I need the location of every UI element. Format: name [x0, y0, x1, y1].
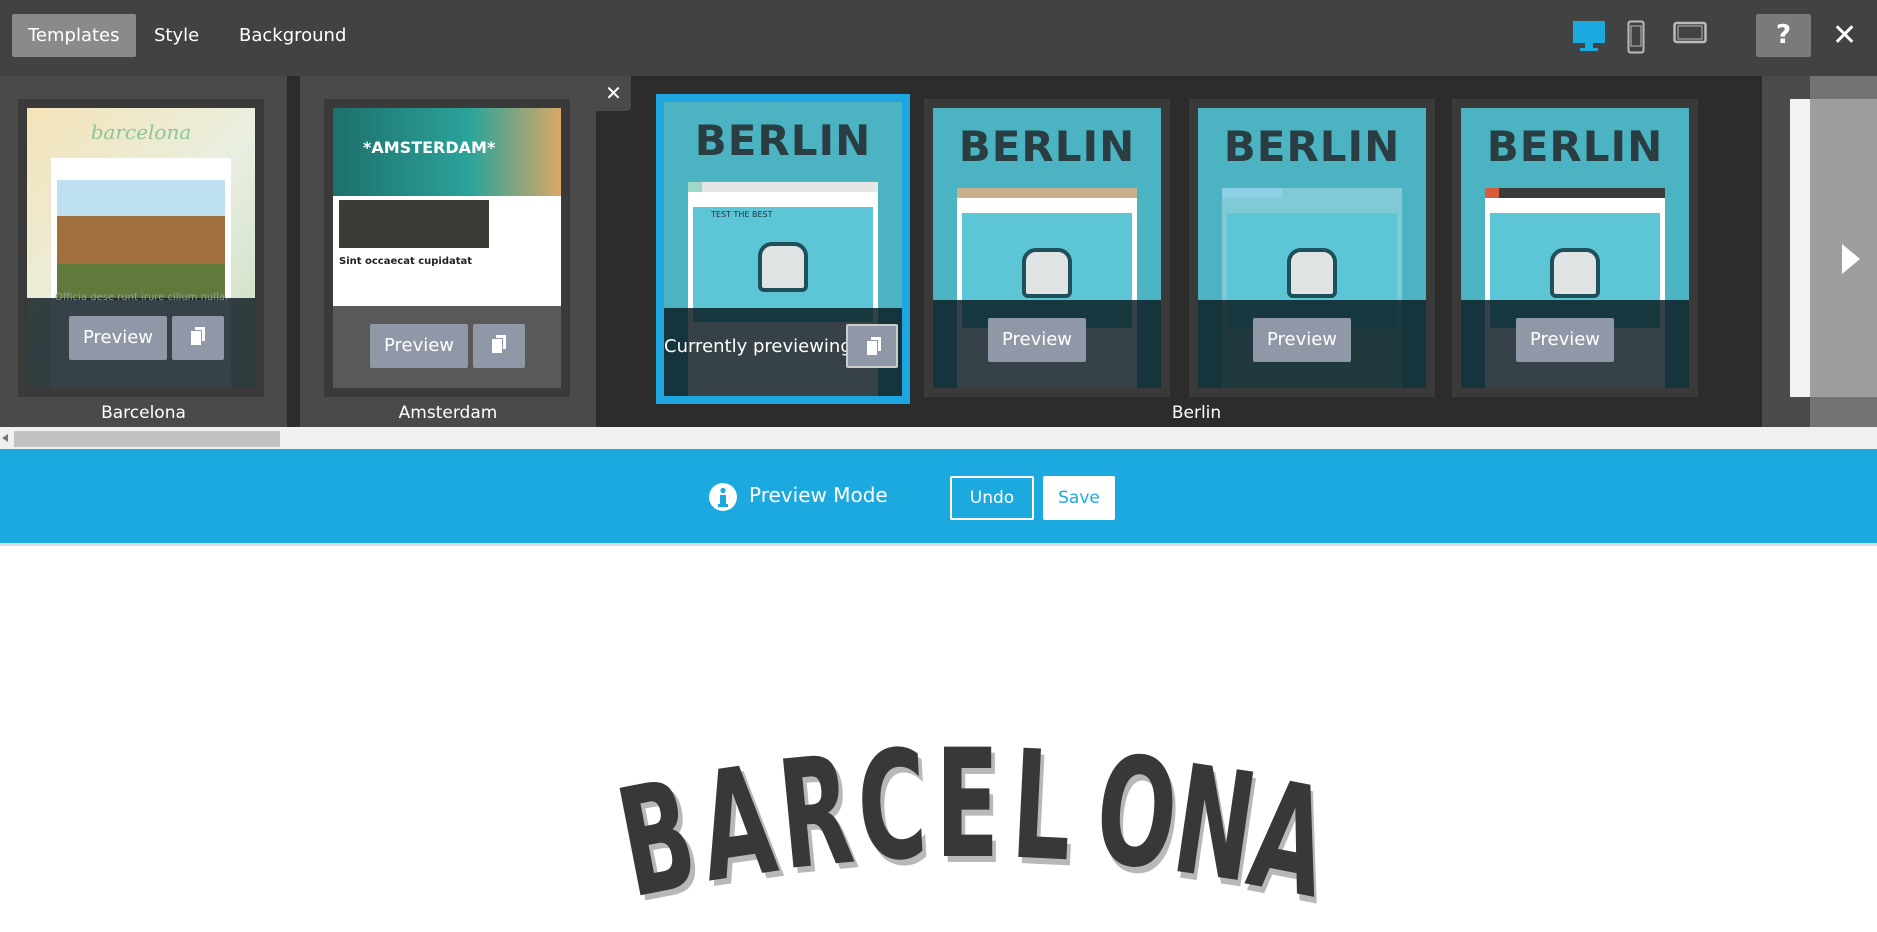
info-icon [709, 483, 737, 511]
scrollbar-thumb[interactable] [14, 431, 280, 447]
copy-template-button[interactable] [846, 324, 898, 368]
phone-icon[interactable] [1627, 20, 1645, 54]
template-card[interactable]: *AMSTERDAM* Sint occaecat cupidatat Prev… [324, 99, 570, 397]
thumb-title: BERLIN [694, 116, 872, 165]
template-card[interactable]: BERLIN Preview [924, 99, 1170, 397]
template-group-label: Berlin [1171, 403, 1222, 423]
template-thumbnail: barcelona Officia dese runt irure cillum… [27, 108, 255, 388]
preview-button[interactable]: Preview [1253, 318, 1351, 362]
template-group-barcelona: barcelona Officia dese runt irure cillum… [0, 76, 287, 427]
copy-template-button[interactable] [172, 316, 224, 360]
tablet-icon[interactable] [1673, 20, 1707, 44]
template-strip: barcelona Officia dese runt irure cillum… [0, 76, 1877, 427]
template-group-berlin: BERLIN TEST THE BEST Currently previewin… [631, 76, 1762, 427]
logo-letter: L [1008, 718, 1077, 896]
undo-button[interactable]: Undo [950, 476, 1034, 520]
preview-mode-bar: Preview Mode Undo Save [0, 449, 1877, 546]
thumb-image [57, 180, 225, 300]
thumb-logo: barcelona [90, 120, 192, 144]
template-group-label: Barcelona [101, 403, 186, 423]
currently-previewing-label: Currently previewing [664, 336, 852, 357]
template-card[interactable]: barcelona Officia dese runt irure cillum… [18, 99, 264, 397]
thumb-heading: Sint occaecat cupidatat [339, 256, 473, 267]
thumb-image-text: TEST THE BEST [711, 210, 773, 219]
logo-letter: R [771, 723, 860, 904]
preview-button[interactable]: Preview [988, 318, 1086, 362]
thumb-title: BERLIN [1223, 122, 1401, 171]
close-button[interactable]: ✕ [1832, 18, 1857, 54]
template-card[interactable]: BERLIN Preview [1452, 99, 1698, 397]
top-toolbar: Templates Style Background ? ✕ [0, 0, 1877, 76]
tab-background[interactable]: Background [223, 14, 362, 57]
tab-templates[interactable]: Templates [12, 14, 136, 57]
desktop-icon[interactable] [1572, 20, 1606, 52]
thumb-title: BERLIN [1486, 122, 1664, 171]
car-image [758, 242, 808, 292]
scroll-left-arrow-icon[interactable] [2, 434, 8, 442]
template-group-label: Amsterdam [398, 403, 498, 423]
copy-template-button[interactable] [473, 324, 525, 368]
template-thumbnail: BERLIN TEST THE BEST Currently previewin… [664, 102, 902, 396]
preview-mode-label: Preview Mode [749, 483, 888, 507]
chevron-right-icon [1842, 244, 1860, 274]
barcelona-logo: BARCELONA [600, 718, 1341, 932]
template-group-amsterdam: *AMSTERDAM* Sint occaecat cupidatat Prev… [300, 76, 596, 427]
thumb-logo: *AMSTERDAM* [363, 138, 496, 157]
thumb-caption: Officia dese runt irure cillum nulla. [55, 292, 229, 303]
template-card-selected[interactable]: BERLIN TEST THE BEST Currently previewin… [656, 94, 910, 404]
save-button[interactable]: Save [1043, 476, 1115, 520]
scroll-right-button[interactable] [1810, 76, 1877, 427]
logo-letter: C [853, 718, 930, 896]
logo-letter: B [605, 747, 709, 932]
help-button[interactable]: ? [1756, 14, 1811, 57]
logo-letter: E [935, 718, 999, 892]
template-card[interactable]: BERLIN Preview [1189, 99, 1435, 397]
thumb-title: BERLIN [958, 122, 1136, 171]
tab-style[interactable]: Style [138, 14, 215, 57]
preview-button[interactable]: Preview [370, 324, 468, 368]
horizontal-scrollbar[interactable] [0, 427, 1877, 449]
preview-button[interactable]: Preview [69, 316, 167, 360]
close-group-button[interactable]: ✕ [596, 76, 631, 111]
template-thumbnail: *AMSTERDAM* Sint occaecat cupidatat Prev… [333, 108, 561, 388]
preview-button[interactable]: Preview [1516, 318, 1614, 362]
logo-letter: A [688, 733, 786, 916]
